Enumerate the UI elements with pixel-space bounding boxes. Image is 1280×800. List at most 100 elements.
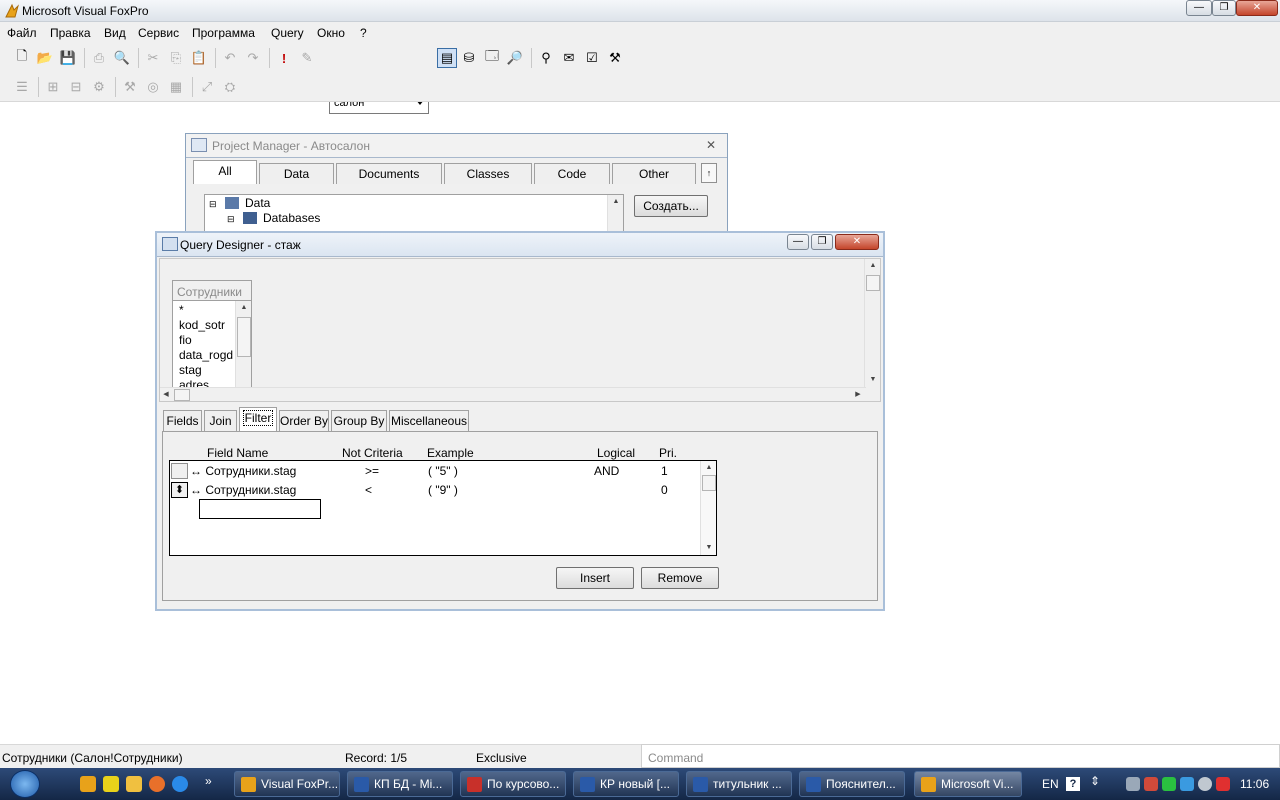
restore-button[interactable]: ❐ [1212, 0, 1236, 16]
tools-icon[interactable]: ⚒ [120, 77, 140, 97]
close-icon[interactable]: ✕ [706, 138, 716, 152]
table-pane[interactable]: Сотрудники * kod_sotr fio data_rogd stag… [159, 258, 881, 402]
tree-scrollbar[interactable]: ▲ [607, 195, 623, 235]
cut-icon[interactable]: ✂ [143, 48, 163, 68]
sql-icon[interactable]: ◎ [143, 77, 163, 97]
modify-form-icon[interactable]: ✎ [297, 48, 317, 68]
start-button-icon[interactable] [10, 770, 40, 798]
close-button[interactable]: ✕ [1236, 0, 1278, 16]
row-mover[interactable] [171, 463, 188, 479]
tab-join[interactable]: Join [204, 410, 237, 431]
table-box-title[interactable]: Сотрудники [173, 281, 251, 301]
output-icon[interactable]: ▦ [166, 77, 186, 97]
scroll-up-icon[interactable]: ▲ [608, 195, 624, 209]
row-example[interactable]: ( "9" ) [428, 483, 458, 497]
menu-query[interactable]: Query [271, 26, 304, 40]
undo-icon[interactable]: ↶ [220, 48, 240, 68]
print-icon[interactable]: ⎙ [89, 48, 109, 68]
qd-restore-button[interactable]: ❐ [811, 234, 833, 250]
object-browser-icon[interactable]: ✉ [559, 48, 579, 68]
scroll-down-icon[interactable]: ▼ [701, 541, 717, 555]
remove-table-icon[interactable]: ⊟ [66, 77, 86, 97]
tree-expander[interactable]: ⊟ [227, 214, 235, 225]
scroll-thumb[interactable] [237, 317, 251, 357]
pane-vscrollbar[interactable]: ▲ ▼ [864, 259, 880, 387]
scroll-up-icon[interactable]: ▲ [236, 301, 252, 315]
scroll-up-icon[interactable]: ▲ [865, 259, 881, 273]
table-field[interactable]: kod_sotr [179, 318, 233, 333]
row-pri[interactable]: 0 [661, 483, 668, 497]
open-folder-icon[interactable]: 📂 [35, 48, 55, 68]
minimize-button[interactable]: — [1186, 0, 1212, 16]
task-visual-foxpro-2[interactable]: Microsoft Vi... [914, 771, 1022, 797]
row-field[interactable]: ↔ Сотрудники.stag [190, 483, 296, 497]
paste-icon[interactable]: 📋 [189, 48, 209, 68]
table-box-scrollbar[interactable]: ▲ [235, 301, 251, 387]
firefox-icon[interactable] [149, 776, 165, 792]
task-list-icon[interactable]: ☑ [582, 48, 602, 68]
tab-other[interactable]: Other [612, 163, 696, 184]
tab-code[interactable]: Code [534, 163, 610, 184]
toolbox-icon[interactable]: ⚒ [605, 48, 625, 68]
menu-program[interactable]: Программа [192, 26, 255, 40]
task-course[interactable]: По курсово... [460, 771, 566, 797]
project-tree[interactable]: ⊟ Data ⊟ Databases ▲ [204, 194, 624, 236]
task-word-kp[interactable]: КП БД - Mi... [347, 771, 453, 797]
table-field[interactable]: data_rogd [179, 348, 233, 363]
scroll-down-icon[interactable]: ▼ [865, 373, 881, 387]
table-box[interactable]: Сотрудники * kod_sotr fio data_rogd stag… [172, 280, 252, 388]
tab-all[interactable]: All [193, 160, 257, 184]
scroll-thumb[interactable] [702, 475, 716, 491]
view-window-icon[interactable]: ⛁ [459, 48, 479, 68]
redo-icon[interactable]: ↷ [243, 48, 263, 68]
menu-view[interactable]: Вид [104, 26, 126, 40]
tray-arrow-icon[interactable]: ⇕ [1090, 774, 1100, 788]
run-icon[interactable]: ! [274, 48, 294, 68]
tab-group-by[interactable]: Group By [331, 410, 387, 431]
align-icon[interactable]: ☰ [12, 77, 32, 97]
table-field[interactable]: stag [179, 363, 233, 378]
task-word-note[interactable]: Пояснител... [799, 771, 905, 797]
scroll-thumb[interactable] [866, 275, 880, 291]
menu-file[interactable]: Файл [7, 26, 37, 40]
remove-button[interactable]: Remove [641, 567, 719, 589]
battery-icon[interactable] [1162, 777, 1176, 791]
save-icon[interactable]: 💾 [58, 48, 78, 68]
class-browser-icon[interactable]: ⚲ [536, 48, 556, 68]
tab-data[interactable]: Data [259, 163, 334, 184]
language-indicator[interactable]: EN [1042, 777, 1059, 791]
media-player-icon[interactable] [126, 776, 142, 792]
print-preview-icon[interactable]: 🔍 [112, 48, 132, 68]
command-window-icon[interactable]: ▤ [437, 48, 457, 68]
query-destination-icon[interactable]: ⛭ [220, 77, 240, 97]
filter-grid[interactable]: ↔ Сотрудники.stag >= ( "5" ) AND 1 ⬍ ↔ С… [169, 460, 717, 556]
menu-tools[interactable]: Сервис [138, 26, 179, 40]
row-mover-icon[interactable]: ⬍ [171, 482, 188, 498]
tree-item-databases[interactable]: Databases [263, 211, 320, 225]
maximize-pane-icon[interactable]: ⤢ [197, 77, 217, 97]
row-criteria[interactable]: < [365, 483, 372, 497]
tab-classes[interactable]: Classes [444, 163, 532, 184]
menu-window[interactable]: Окно [317, 26, 345, 40]
row-pri[interactable]: 1 [661, 464, 668, 478]
scroll-left-icon[interactable]: ◀ [160, 388, 172, 402]
add-join-icon[interactable]: ⚙ [89, 77, 109, 97]
pane-hscrollbar[interactable]: ◀ ▶ [160, 387, 866, 401]
grid-scrollbar[interactable]: ▲ ▼ [700, 461, 716, 555]
row-example[interactable]: ( "5" ) [428, 464, 458, 478]
table-field[interactable]: * [179, 303, 233, 318]
properties-window-icon[interactable]: 🗔 [482, 48, 502, 68]
add-table-icon[interactable]: ⊞ [43, 77, 63, 97]
insert-button[interactable]: Insert [556, 567, 634, 589]
quicklaunch-more-icon[interactable]: » [205, 774, 212, 788]
network-icon[interactable] [1126, 777, 1140, 791]
tab-filter[interactable]: Filter [239, 407, 277, 431]
row-criteria[interactable]: >= [365, 464, 379, 478]
qd-minimize-button[interactable]: — [787, 234, 809, 250]
tree-item-data[interactable]: Data [245, 196, 270, 210]
row-field[interactable]: ↔ Сотрудники.stag [190, 464, 296, 478]
create-button[interactable]: Создать... [634, 195, 708, 217]
menu-edit[interactable]: Правка [50, 26, 91, 40]
new-file-icon[interactable]: 🗋 [12, 48, 32, 68]
connection-icon[interactable] [1180, 777, 1194, 791]
